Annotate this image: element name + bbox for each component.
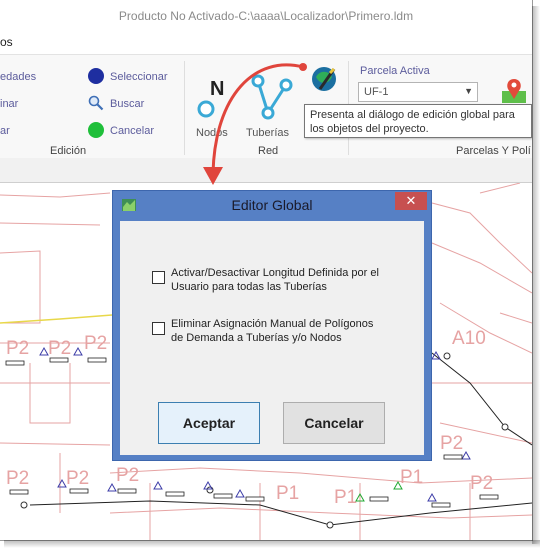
map-label: P2 [6,468,30,489]
map-label: A10 [452,328,486,349]
map-label: P2 [116,465,140,486]
option-longitud-label[interactable]: Activar/Desactivar Longitud Definida por… [171,266,379,294]
tooltip: Presenta al diálogo de edición global pa… [304,104,532,138]
option-poligonos-label[interactable]: Eliminar Asignación Manual de Polígonos … [171,317,373,345]
map-label: P1 [276,483,300,504]
tooltip-line: los objetos del proyecto. [310,123,429,135]
option-longitud-line: Activar/Desactivar Longitud Definida por… [171,267,379,279]
cancel-icon[interactable] [88,122,104,138]
ribbon-item-propiedades[interactable]: edades [0,71,36,83]
dialog-body: Activar/Desactivar Longitud Definida por… [120,221,424,455]
close-icon: ✕ [405,193,417,208]
window-shadow [532,6,540,544]
callout-arrow [203,63,307,185]
map-label: P2 [440,433,464,454]
tooltip-line: Presenta al diálogo de edición global pa… [310,109,515,121]
dialog-title: Editor Global [231,197,313,213]
map-label: P2 [84,333,108,354]
window-shadow [4,540,540,548]
cancelar-ribbon-button[interactable]: Cancelar [110,125,154,137]
map-label: P1 [400,467,424,488]
group-label-edicion: Edición [50,145,87,157]
chevron-down-icon[interactable]: ▼ [464,86,473,96]
option-longitud-line: Usuario para todas las Tuberías [171,281,327,293]
map-label: P2 [6,338,30,359]
menu-item-fragment[interactable]: os [0,35,13,49]
menu-bar: os [0,30,532,54]
cancelar-button[interactable]: Cancelar [283,402,385,444]
group-label-parcelas: Parcelas Y Polí [456,145,531,157]
ribbon-item-editar[interactable]: ar [0,125,10,137]
map-label: P2 [470,473,494,494]
seleccionar-button[interactable]: Seleccionar [110,71,167,83]
buscar-button[interactable]: Buscar [110,98,144,110]
option-longitud-checkbox[interactable] [152,271,165,284]
map-pin-icon[interactable] [500,77,528,105]
close-button[interactable]: ✕ [395,192,427,210]
option-poligonos-checkbox[interactable] [152,322,165,335]
search-icon[interactable] [88,95,104,111]
parcela-activa-value: UF-1 [364,86,389,98]
window-title: Producto No Activado-C:\aaaa\Localizador… [118,9,414,23]
select-icon[interactable] [88,68,104,84]
map-label: P2 [66,468,90,489]
title-bar: Producto No Activado-C:\aaaa\Localizador… [0,0,532,30]
map-label: P2 [48,338,72,359]
parcela-activa-label: Parcela Activa [360,65,430,77]
option-poligonos-line: Eliminar Asignación Manual de Polígonos [171,318,374,330]
aceptar-button[interactable]: Aceptar [158,402,260,444]
group-divider [184,61,185,155]
parcela-activa-select[interactable]: UF-1 ▼ [358,82,478,102]
editor-global-dialog: Editor Global ✕ Activar/Desactivar Longi… [112,190,432,461]
option-poligonos-line: de Demanda a Tuberías y/o Nodos [171,332,342,344]
ribbon-item-eliminar[interactable]: inar [0,98,18,110]
application-window: Producto No Activado-C:\aaaa\Localizador… [0,0,533,541]
map-label: P1 [334,487,358,508]
